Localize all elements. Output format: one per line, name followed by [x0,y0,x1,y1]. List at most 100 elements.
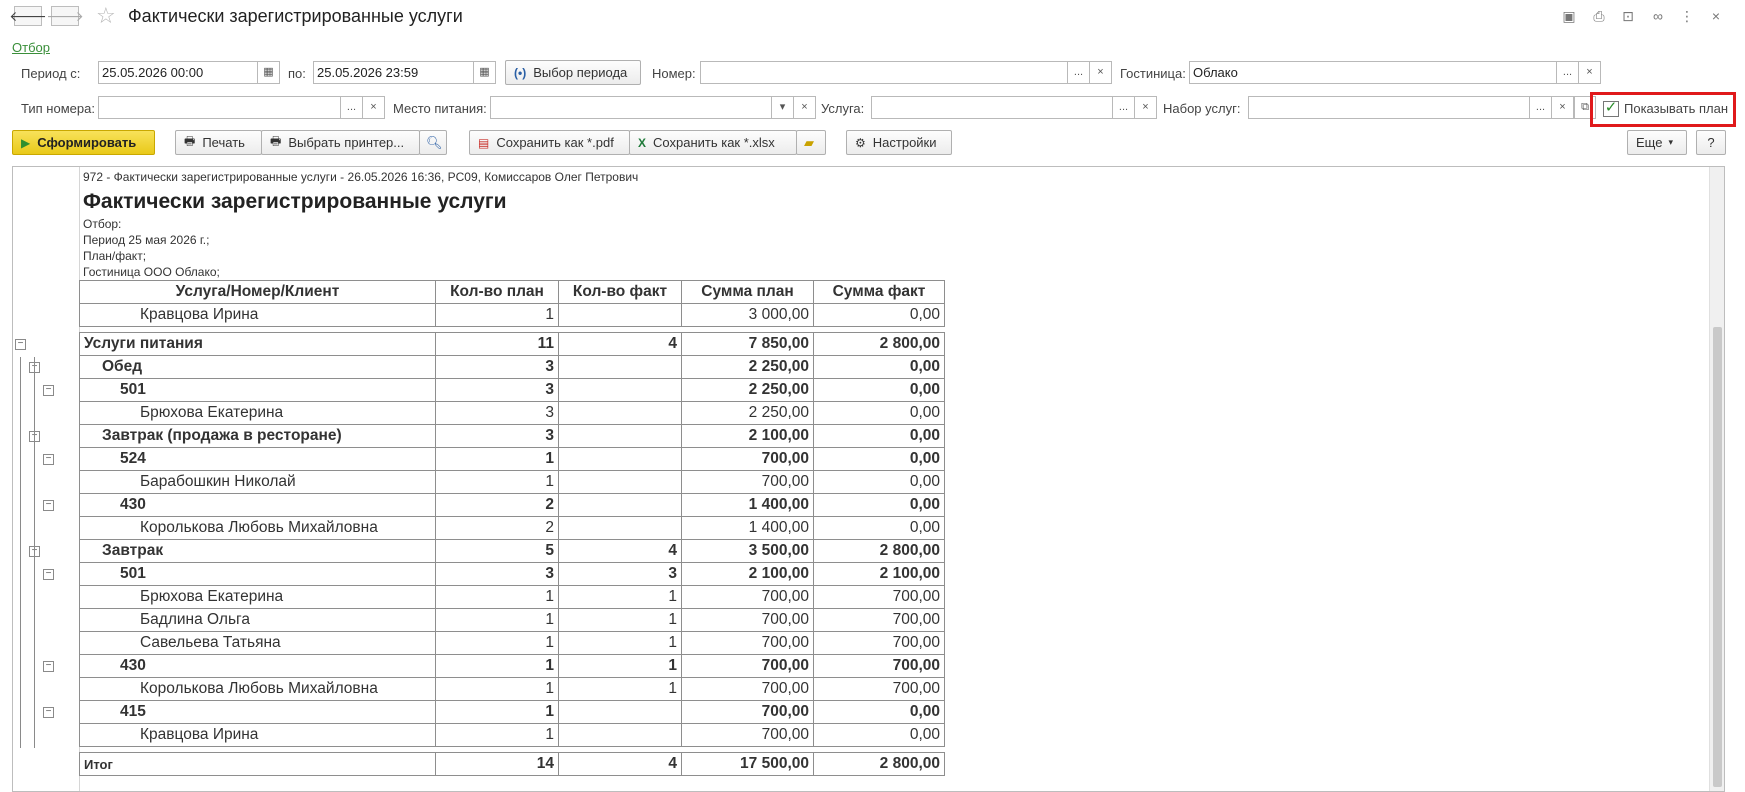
meal-place-clear-button[interactable]: × [794,96,816,119]
table-row: 430 1 1 700,00 700,00 [79,654,945,678]
row-sum-plan: 3 500,00 [681,539,814,563]
forward-button[interactable]: 🡒 [46,6,84,26]
period-from-field[interactable]: 25.05.2026 00:00 [98,61,258,84]
meal-place-field[interactable] [490,96,772,119]
play-icon: ▶ [21,135,31,150]
row-sum-plan: 7 850,00 [681,332,814,356]
row-name: Завтрак (продажа в ресторане) [79,424,436,448]
row-name: Барабошкин Николай [79,470,436,494]
service-set-clear-button[interactable]: × [1552,96,1574,119]
row-qty-plan: 1 [435,585,559,609]
vertical-scrollbar[interactable] [1709,167,1724,791]
room-type-label: Тип номера: [21,101,95,116]
hotel-select-button[interactable]: ... [1557,61,1579,84]
table-row: Кравцова Ирина 1 700,00 0,00 [79,723,945,747]
room-type-select-button[interactable]: ... [341,96,363,119]
preview-icon[interactable]: ⊡ [1619,7,1637,25]
show-plan-label[interactable]: Показывать план [1624,101,1728,116]
gear-icon: ⚙ [855,135,866,150]
collapse-toggle-icon[interactable]: − [43,569,54,580]
collapse-toggle-icon[interactable]: − [43,500,54,511]
row-name: Обед [79,355,436,379]
number-select-button[interactable]: ... [1068,61,1090,84]
table-row: Брюхова Екатерина 1 1 700,00 700,00 [79,585,945,609]
row-qty-fact [558,723,682,747]
hotel-field[interactable]: Облако [1189,61,1557,84]
scrollbar-thumb[interactable] [1713,327,1722,787]
report-filter-caption: Отбор: [83,217,122,231]
settings-button[interactable]: ⚙ Настройки [846,130,952,155]
service-clear-button[interactable]: × [1135,96,1157,119]
service-field[interactable] [871,96,1113,119]
row-name: Брюхова Екатерина [79,585,436,609]
filter-link[interactable]: Отбор [12,40,50,55]
service-set-field[interactable] [1248,96,1530,119]
row-qty-plan: 1 [435,447,559,471]
calendar-from-icon[interactable]: ▦ [258,61,280,84]
folder-icon: ▰ [804,134,814,150]
row-qty-fact [558,303,682,327]
hotel-clear-button[interactable]: × [1579,61,1601,84]
more-menu-icon[interactable]: ⋮ [1678,7,1696,25]
collapse-toggle-icon[interactable]: − [43,707,54,718]
save-pdf-button[interactable]: ▤ Сохранить как *.pdf [469,130,630,155]
help-button[interactable]: ? [1696,130,1726,155]
column-header: Сумма факт [813,280,945,304]
row-sum-plan: 700,00 [681,447,814,471]
row-qty-fact [558,493,682,517]
report-panel[interactable]: 972 - Фактически зарегистрированные услу… [12,166,1725,792]
row-sum-plan: 2 250,00 [681,401,814,425]
meal-place-dropdown-icon[interactable]: ▾ [772,96,794,119]
close-icon[interactable]: × [1707,7,1725,25]
number-clear-button[interactable]: × [1090,61,1112,84]
save-xlsx-button[interactable]: X Сохранить как *.xlsx [629,130,797,155]
group-line [34,356,35,748]
more-button[interactable]: Еще ▾ [1627,130,1687,155]
service-set-select-button[interactable]: ... [1530,96,1552,119]
favorite-star-icon[interactable]: ☆ [96,3,116,29]
meal-place-label: Место питания: [393,101,487,116]
row-qty-fact [558,447,682,471]
choose-printer-button[interactable]: 🖶 Выбрать принтер... [261,130,420,155]
row-sum-fact: 2 800,00 [813,539,945,563]
collapse-toggle-icon[interactable]: − [43,454,54,465]
table-row: Барабошкин Николай 1 700,00 0,00 [79,470,945,494]
column-header: Кол-во факт [558,280,682,304]
calendar-to-icon[interactable]: ▦ [474,61,496,84]
link-icon[interactable]: ∞ [1649,7,1667,25]
row-qty-fact [558,378,682,402]
generate-button[interactable]: ▶ Сформировать [12,130,155,155]
row-name: 430 [79,654,436,678]
collapse-toggle-icon[interactable]: − [43,661,54,672]
row-sum-fact: 0,00 [813,493,945,517]
service-label: Услуга: [821,101,865,116]
save-file-button[interactable]: ▰ [796,130,826,155]
show-plan-checkbox[interactable]: ✓ [1603,100,1619,117]
total-name: Итог [79,752,436,776]
window-title: Фактически зарегистрированные услуги [128,6,463,26]
row-qty-plan: 1 [435,608,559,632]
print-button[interactable]: 🖶 Печать [175,130,262,155]
back-button[interactable]: 🡐 [9,6,47,26]
service-select-button[interactable]: ... [1113,96,1135,119]
column-header: Кол-во план [435,280,559,304]
room-type-field[interactable] [98,96,341,119]
total-sum-plan: 17 500,00 [681,752,814,776]
collapse-toggle-icon[interactable]: − [15,339,26,350]
collapse-toggle-icon[interactable]: − [43,385,54,396]
table-row: 501 3 3 2 100,00 2 100,00 [79,562,945,586]
row-qty-fact [558,401,682,425]
magnifier-icon: 🔍︎ [426,134,443,150]
row-qty-fact: 1 [558,654,682,678]
number-field[interactable] [700,61,1068,84]
row-name: Королькова Любовь Михайловна [79,677,436,701]
row-sum-plan: 700,00 [681,723,814,747]
print-preview-button[interactable]: 🔍︎ [419,130,447,155]
print-icon[interactable]: ⎙ [1590,7,1608,25]
room-type-clear-button[interactable]: × [363,96,385,119]
row-sum-fact: 2 800,00 [813,332,945,356]
period-to-field[interactable]: 25.05.2026 23:59 [313,61,474,84]
save-icon[interactable]: ▣ [1560,7,1578,25]
row-sum-fact: 0,00 [813,700,945,724]
period-select-button[interactable]: (•) Выбор периода [505,60,641,85]
